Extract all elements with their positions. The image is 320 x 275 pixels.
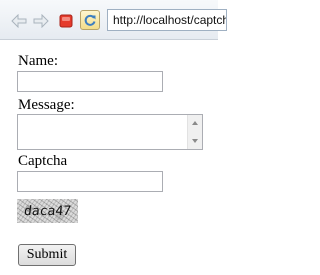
- forward-button[interactable]: [32, 13, 50, 29]
- reload-icon: [84, 14, 96, 26]
- stop-icon: [59, 14, 73, 28]
- back-arrow-icon: [11, 14, 27, 28]
- scroll-up-icon[interactable]: [192, 121, 198, 125]
- message-label: Message:: [18, 97, 75, 113]
- stop-button[interactable]: [57, 13, 75, 29]
- name-label: Name:: [18, 53, 58, 69]
- captcha-image: daca47: [17, 199, 78, 223]
- message-scrollbar[interactable]: [187, 115, 202, 149]
- name-input[interactable]: [17, 71, 163, 92]
- captcha-label: Captcha: [18, 153, 68, 169]
- message-textarea[interactable]: [17, 114, 203, 150]
- reload-button[interactable]: [80, 10, 100, 30]
- forward-arrow-icon: [33, 14, 49, 28]
- back-button[interactable]: [10, 13, 28, 29]
- captcha-text: daca47: [23, 203, 72, 219]
- browser-toolbar: http://localhost/captcha: [0, 0, 227, 40]
- captcha-input[interactable]: [17, 171, 163, 192]
- scroll-down-icon[interactable]: [192, 139, 198, 143]
- submit-button[interactable]: Submit: [18, 244, 76, 266]
- address-bar[interactable]: http://localhost/captcha: [107, 9, 227, 31]
